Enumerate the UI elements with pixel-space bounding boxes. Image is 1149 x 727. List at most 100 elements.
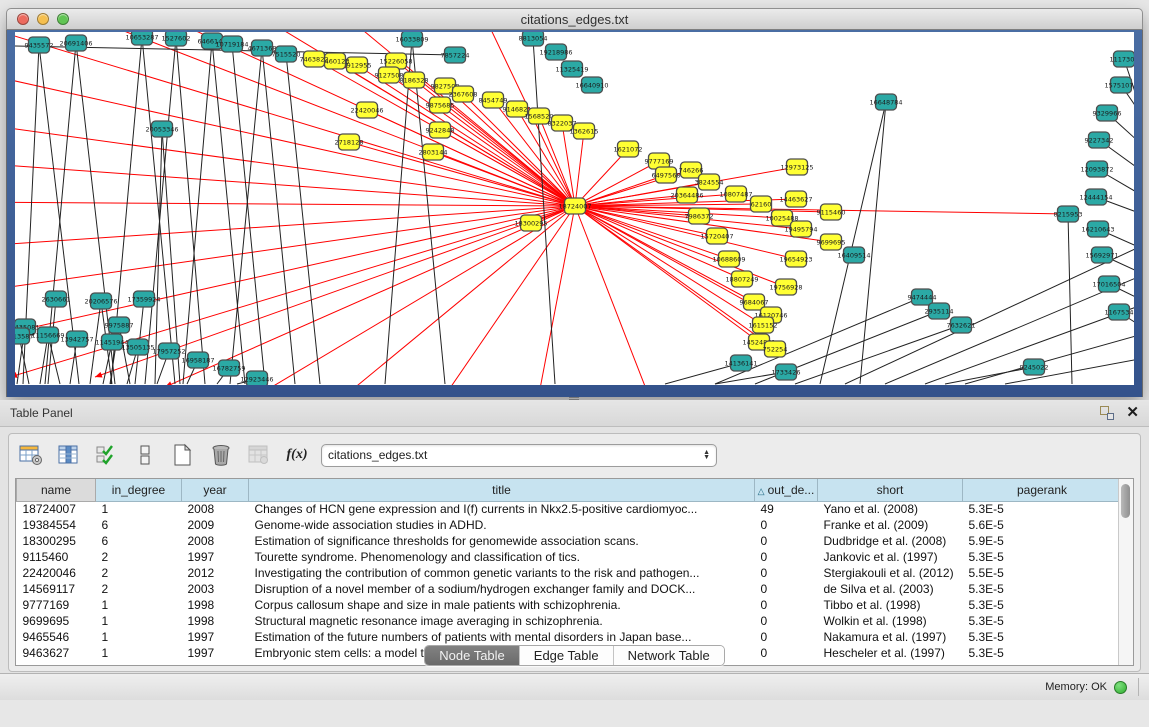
- edge[interactable]: [845, 242, 1134, 384]
- graph-node-selected[interactable]: 8186328: [400, 72, 429, 88]
- graph-node[interactable]: 12093872: [1080, 161, 1113, 177]
- close-panel-icon[interactable]: ✕: [1126, 406, 1139, 420]
- edge[interactable]: [232, 44, 265, 384]
- graph-node[interactable]: 9245022: [1020, 359, 1049, 375]
- edge[interactable]: [145, 38, 176, 384]
- graph-node[interactable]: 20206576: [84, 293, 117, 309]
- table-scrollbar-thumb[interactable]: [1121, 484, 1130, 518]
- graph-node[interactable]: 1167534: [1105, 304, 1134, 320]
- edge-selected[interactable]: [15, 206, 575, 377]
- edge[interactable]: [385, 39, 412, 384]
- delete-column-icon[interactable]: [207, 442, 235, 468]
- column-header-pagerank[interactable]: pagerank: [963, 479, 1122, 501]
- node-table[interactable]: name in_degree year title △out_de... sho…: [16, 479, 1122, 661]
- graph-node[interactable]: 9975887: [105, 317, 134, 333]
- graph-node-selected[interactable]: 10688609: [712, 251, 745, 267]
- table-selector-dropdown[interactable]: citations_edges.txt ▲▼: [321, 444, 717, 467]
- window-titlebar[interactable]: citations_edges.txt: [6, 8, 1143, 30]
- table-mode-icon[interactable]: [131, 442, 159, 468]
- graph-node[interactable]: 9435572: [25, 37, 54, 53]
- table-settings-icon[interactable]: [17, 442, 45, 468]
- graph-node[interactable]: 2935114: [925, 303, 954, 319]
- select-rows-icon[interactable]: [93, 442, 121, 468]
- table-row[interactable]: 969969511998Structural magnetic resonanc…: [17, 613, 1122, 629]
- column-header-year[interactable]: year: [182, 479, 249, 501]
- graph-node[interactable]: 16648784: [869, 94, 902, 110]
- graph-node-selected[interactable]: 752254: [763, 341, 788, 357]
- edge-selected[interactable]: [535, 206, 575, 385]
- graph-node-selected[interactable]: 2367608: [449, 86, 478, 102]
- tab-edge-table[interactable]: Edge Table: [520, 646, 614, 665]
- edge[interactable]: [1068, 214, 1072, 384]
- edge[interactable]: [286, 54, 320, 384]
- graph-node-selected[interactable]: 9115460: [817, 204, 846, 220]
- float-panel-icon[interactable]: [1100, 406, 1114, 420]
- graph-node-selected[interactable]: 62160: [751, 196, 772, 212]
- table-row[interactable]: 1938455462009Genome-wide association stu…: [17, 517, 1122, 533]
- graph-node[interactable]: 8215953: [1054, 206, 1083, 222]
- graph-node[interactable]: 2630661: [42, 291, 71, 307]
- graph-node-selected[interactable]: 15720407: [700, 228, 733, 244]
- graph-node[interactable]: 7515520: [272, 46, 301, 62]
- table-row[interactable]: 1872400712008Changes of HCN gene express…: [17, 501, 1122, 517]
- network-view[interactable]: 1872400718300295891295515226058912750881…: [15, 32, 1134, 385]
- graph-node[interactable]: 16033809: [395, 32, 428, 47]
- graph-node[interactable]: 1733426: [772, 364, 801, 380]
- create-column-icon[interactable]: [169, 442, 197, 468]
- edge-selected[interactable]: [349, 142, 575, 206]
- graph-node[interactable]: 9227342: [1085, 132, 1114, 148]
- edge-selected[interactable]: [15, 206, 575, 292]
- edge-selected[interactable]: [15, 202, 575, 206]
- graph-node[interactable]: 15751074: [1104, 77, 1134, 93]
- graph-node[interactable]: 19218986: [539, 44, 572, 60]
- edge[interactable]: [860, 102, 886, 384]
- graph-node[interactable]: 12923446: [240, 371, 273, 385]
- table-row[interactable]: 911546021997Tourette syndrome. Phenomeno…: [17, 549, 1122, 565]
- graph-node-selected[interactable]: 1362615: [570, 123, 599, 139]
- select-columns-icon[interactable]: [55, 442, 83, 468]
- column-header-name[interactable]: name: [17, 479, 96, 501]
- edge[interactable]: [183, 41, 212, 384]
- graph-node-selected[interactable]: 10807487: [719, 186, 752, 202]
- edge-selected[interactable]: [575, 131, 584, 206]
- graph-node[interactable]: 16958187: [181, 352, 214, 368]
- graph-node[interactable]: 12444154: [1079, 189, 1112, 205]
- memory-ok-indicator[interactable]: [1114, 681, 1127, 694]
- graph-node[interactable]: 16409514: [837, 247, 870, 263]
- graph-node-selected[interactable]: 19756928: [769, 279, 802, 295]
- graph-node[interactable]: 20691406: [59, 35, 92, 51]
- network-canvas[interactable]: 1872400718300295891295515226058912750881…: [15, 32, 1134, 385]
- graph-node[interactable]: 9329966: [1093, 105, 1122, 121]
- table-row[interactable]: 2242004622012Investigating the contribut…: [17, 565, 1122, 581]
- graph-node-selected[interactable]: 7986372: [685, 208, 714, 224]
- graph-node-selected[interactable]: 9875685: [426, 97, 455, 113]
- column-header-short[interactable]: short: [818, 479, 963, 501]
- graph-node-selected[interactable]: 3824554: [695, 174, 724, 190]
- graph-node-selected[interactable]: 14463627: [779, 191, 812, 207]
- table-row[interactable]: 1830029562008Estimation of significance …: [17, 533, 1122, 549]
- edge-selected[interactable]: [255, 206, 575, 385]
- edge[interactable]: [119, 325, 130, 384]
- graph-node-selected[interactable]: 7463822: [300, 51, 329, 67]
- edge[interactable]: [176, 38, 205, 384]
- edge-selected[interactable]: [575, 206, 655, 385]
- graph-node-selected[interactable]: 12973125: [780, 159, 813, 175]
- edge[interactable]: [262, 48, 295, 384]
- graph-node-selected[interactable]: 9699695: [817, 234, 846, 250]
- graph-node-selected[interactable]: 2803144: [419, 144, 448, 160]
- column-header-out-degree[interactable]: △out_de...: [755, 479, 818, 501]
- graph-node-selected[interactable]: 6497568: [652, 167, 681, 183]
- table-scrollbar[interactable]: [1118, 479, 1133, 665]
- graph-node-selected[interactable]: 1621072: [614, 141, 643, 157]
- graph-node[interactable]: 16782759: [212, 360, 245, 376]
- graph-node-selected[interactable]: 19654923: [779, 251, 812, 267]
- graph-node-selected[interactable]: 20364486: [670, 187, 703, 203]
- column-header-in-degree[interactable]: in_degree: [96, 479, 182, 501]
- graph-node[interactable]: 7857224: [441, 47, 470, 63]
- graph-node[interactable]: 8813054: [519, 32, 548, 46]
- graph-node[interactable]: 1117304: [1110, 51, 1134, 67]
- function-builder-icon[interactable]: f(x): [283, 442, 311, 468]
- graph-node-selected[interactable]: 2718128: [335, 134, 364, 150]
- graph-node[interactable]: 10653287: [125, 32, 158, 45]
- tab-network-table[interactable]: Network Table: [614, 646, 724, 665]
